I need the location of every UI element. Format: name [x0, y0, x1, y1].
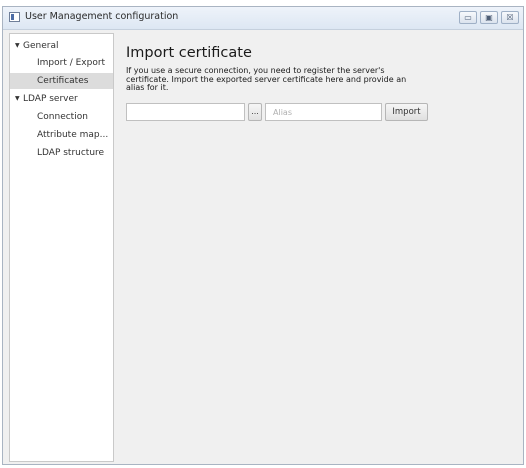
- window-title: User Management configuration: [25, 11, 179, 22]
- chevron-down-icon[interactable]: ▼: [15, 38, 23, 54]
- title-bar[interactable]: User Management configuration ▭ ▣ ☒: [3, 7, 523, 30]
- page-title: Import certificate: [126, 45, 252, 61]
- tree-item-general[interactable]: ▼ General: [10, 38, 113, 54]
- tree-item-connection[interactable]: Connection: [10, 109, 113, 125]
- close-icon[interactable]: ☒: [501, 11, 519, 24]
- tree-item-label: General: [23, 41, 59, 51]
- alias-input[interactable]: [265, 103, 382, 121]
- tree-item-ldap-server[interactable]: ▼ LDAP server: [10, 91, 113, 107]
- tree-item-certificates[interactable]: Certificates: [10, 73, 113, 89]
- app-window-icon: [9, 12, 20, 22]
- certificate-file-input[interactable]: [126, 103, 245, 121]
- tree-item-ldap-structure[interactable]: LDAP structure: [10, 145, 113, 161]
- minimize-icon[interactable]: ▭: [459, 11, 477, 24]
- tree-item-attribute-map[interactable]: Attribute map...: [10, 127, 113, 143]
- tree-item-label: Certificates: [37, 76, 89, 86]
- configuration-window: User Management configuration ▭ ▣ ☒ ▼ Gen…: [2, 6, 524, 465]
- browse-button[interactable]: ...: [248, 103, 262, 121]
- tree-item-import-export[interactable]: Import / Export: [10, 55, 113, 71]
- content-panel: Import certificate If you use a secure c…: [115, 33, 517, 460]
- tree-item-label: LDAP structure: [37, 148, 105, 158]
- tree-item-label: Connection: [37, 112, 88, 122]
- description-text: If you use a secure connection, you need…: [126, 66, 407, 92]
- maximize-icon[interactable]: ▣: [480, 11, 498, 24]
- import-button[interactable]: Import: [385, 103, 428, 121]
- tree-item-label: LDAP server: [23, 94, 78, 104]
- settings-tree: ▼ General Import / Export Certificates ▼ L…: [9, 33, 114, 462]
- chevron-down-icon[interactable]: ▼: [15, 91, 23, 107]
- tree-item-label: Attribute map...: [37, 130, 109, 140]
- tree-item-label: Import / Export: [37, 58, 106, 68]
